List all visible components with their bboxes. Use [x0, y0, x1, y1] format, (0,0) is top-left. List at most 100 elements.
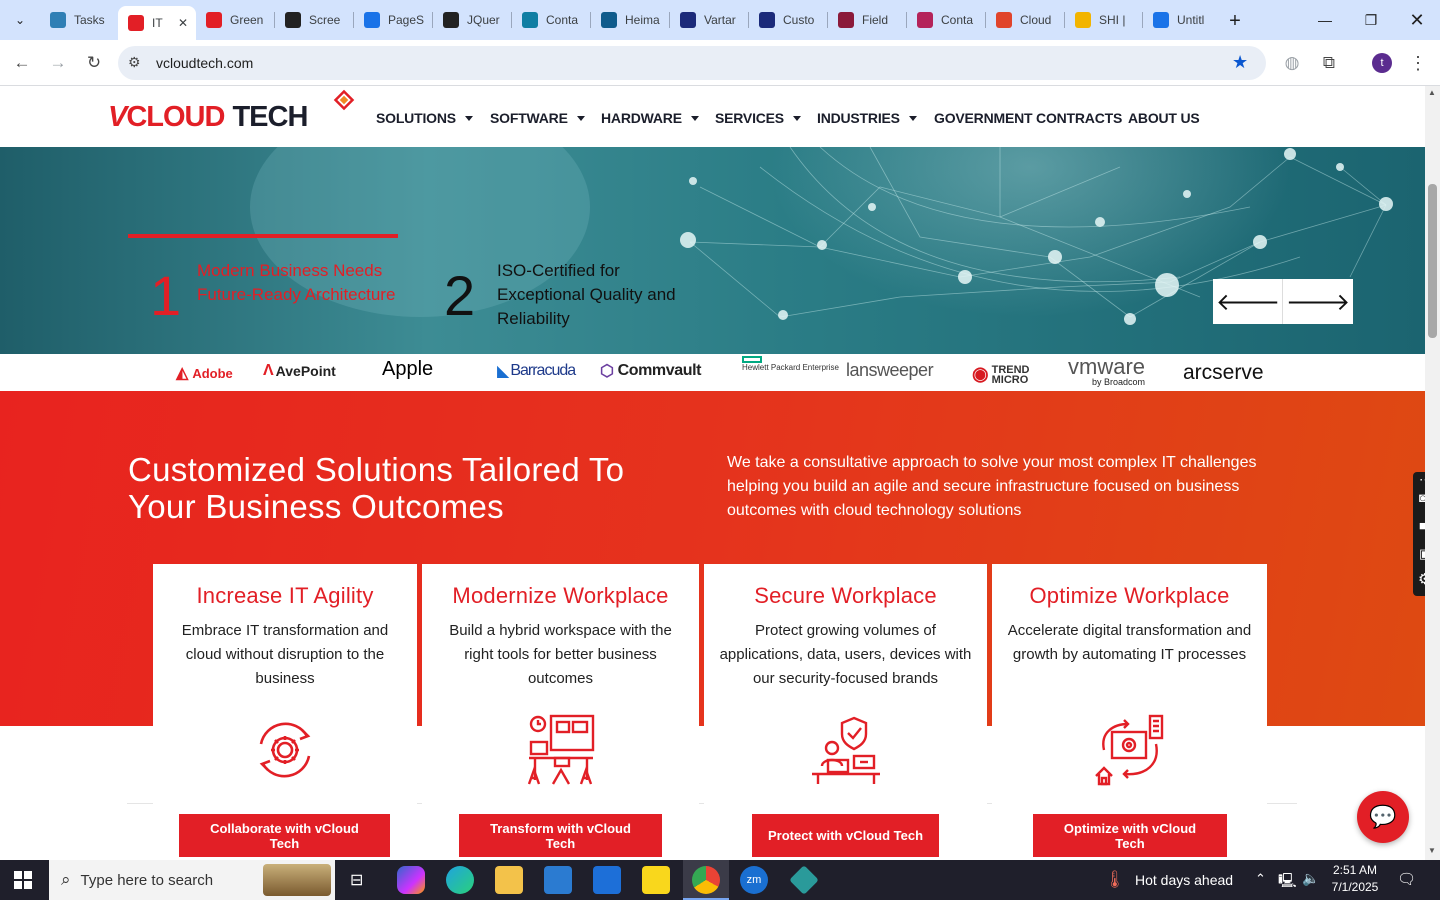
nav-label: ABOUT US	[1128, 110, 1200, 126]
tab-4[interactable]: PageS	[354, 5, 432, 35]
automation-icon	[1094, 714, 1163, 786]
protect-button[interactable]: Protect with vCloud Tech	[752, 814, 939, 857]
page-scrollbar[interactable]: ▲ ▼	[1425, 86, 1440, 860]
file-explorer-icon[interactable]	[495, 866, 523, 894]
hpe-mark-icon	[742, 356, 762, 363]
tab-8[interactable]: Vartar	[670, 5, 748, 35]
tab-0[interactable]: Tasks	[40, 5, 118, 35]
slide-2-text[interactable]: ISO-Certified for Exceptional Quality an…	[497, 259, 707, 331]
gear-cycle-icon	[259, 722, 311, 778]
search-icon: ⌕	[61, 870, 71, 889]
transform-button[interactable]: Transform with vCloud Tech	[459, 814, 662, 857]
taskbar-search[interactable]: ⌕ Type here to search	[49, 860, 335, 900]
forward-icon[interactable]: →	[43, 48, 73, 78]
bookmark-star-icon[interactable]: ★	[1232, 52, 1248, 73]
card-modernize-workplace: Modernize Workplace Build a hybrid works…	[422, 564, 699, 864]
profile-avatar[interactable]: t	[1372, 53, 1392, 73]
tab-5[interactable]: JQuer	[433, 5, 511, 35]
menu-icon[interactable]: ⋮	[1403, 48, 1433, 78]
app-diamond-icon[interactable]	[789, 865, 819, 895]
search-placeholder: Type here to search	[80, 871, 214, 889]
nav-item-government-contracts[interactable]: GOVERNMENT CONTRACTS	[934, 110, 1122, 126]
caret-down-icon	[792, 115, 801, 121]
notification-icon[interactable]: 🗨	[1397, 870, 1416, 888]
volume-icon[interactable]: 🔈	[1302, 870, 1319, 887]
tree-icon	[601, 12, 617, 28]
restore-button[interactable]: ❐	[1348, 0, 1394, 40]
tab-3[interactable]: Scree	[275, 5, 353, 35]
minimize-button[interactable]: —	[1302, 0, 1348, 40]
weather-text[interactable]: Hot days ahead	[1135, 872, 1233, 888]
nav-item-services[interactable]: SERVICES	[715, 110, 801, 126]
scroll-up-icon[interactable]: ▲	[1428, 88, 1436, 97]
tab-label: Scree	[309, 13, 341, 27]
scrollbar-thumb[interactable]	[1428, 184, 1437, 338]
zoom-icon[interactable]: zm	[740, 866, 768, 894]
store-icon[interactable]	[544, 866, 572, 894]
tab-7[interactable]: Heima	[591, 5, 669, 35]
hero-banner: 1 Modern Business Needs Future-Ready Arc…	[0, 147, 1425, 354]
tab-13[interactable]: SHI |	[1065, 5, 1143, 35]
nav-item-hardware[interactable]: HARDWARE	[601, 110, 699, 126]
slide-2-number[interactable]: 2	[444, 263, 475, 328]
v-icon	[838, 12, 854, 28]
tab-9[interactable]: Custo	[749, 5, 827, 35]
url-text[interactable]: vcloudtech.com	[156, 55, 253, 71]
nav-item-industries[interactable]: INDUSTRIES	[817, 110, 917, 126]
mail-icon[interactable]	[593, 866, 621, 894]
back-icon[interactable]: ←	[7, 48, 37, 78]
sticky-notes-icon[interactable]	[642, 866, 670, 894]
avepoint-logo: Λ AvePoint	[263, 362, 336, 379]
close-tab-icon[interactable]: ✕	[178, 16, 188, 30]
tab-12[interactable]: Cloud	[986, 5, 1064, 35]
tab-10[interactable]: Field	[828, 5, 906, 35]
adobe-logo: ◭ Adobe	[176, 365, 233, 382]
chrome-icon[interactable]	[692, 866, 720, 894]
extensions-icon[interactable]: ⧉	[1314, 48, 1344, 78]
translate-icon[interactable]: ◍	[1277, 48, 1307, 78]
slide-1-number[interactable]: 1	[150, 263, 181, 328]
caret-down-icon	[908, 115, 917, 121]
slider-prev-button[interactable]: 🡐	[1213, 279, 1283, 324]
nav-item-about-us[interactable]: ABOUT US	[1128, 110, 1200, 126]
network-icon[interactable]: 🖳	[1278, 870, 1297, 894]
site-header: V CLOUD TECH SOLUTIONS SOFTWARE HARDWARE SE…	[0, 86, 1425, 147]
slide-1-text[interactable]: Modern Business Needs Future-Ready Archi…	[197, 259, 407, 307]
scroll-down-icon[interactable]: ▼	[1428, 846, 1436, 855]
close-window-button[interactable]: ✕	[1394, 0, 1440, 40]
nav-item-solutions[interactable]: SOLUTIONS	[376, 110, 473, 126]
nav-label: SERVICES	[715, 110, 784, 126]
site-logo[interactable]: V CLOUD TECH	[108, 100, 308, 134]
tab-2[interactable]: Green	[196, 5, 274, 35]
tab-1[interactable]: IT ✕	[118, 6, 196, 40]
nav-item-software[interactable]: SOFTWARE	[490, 110, 585, 126]
optimize-button[interactable]: Optimize with vCloud Tech	[1033, 814, 1227, 857]
contact-icon	[917, 12, 933, 28]
card-text: Protect growing volumes of applications,…	[719, 622, 972, 687]
tab-14[interactable]: Untitl	[1143, 5, 1221, 35]
tab-6[interactable]: Conta	[512, 5, 590, 35]
reload-icon[interactable]: ↻	[79, 48, 109, 78]
hybrid-workspace-icon	[527, 714, 594, 785]
cloud-icon	[996, 12, 1012, 28]
new-tab-button[interactable]: +	[1222, 8, 1248, 34]
tab-11[interactable]: Conta	[907, 5, 985, 35]
tray-chevron-icon[interactable]: ⌃	[1255, 871, 1266, 887]
vmware-logo: vmware by Broadcom	[1068, 354, 1146, 387]
chat-icon[interactable]: 💬	[1357, 791, 1409, 843]
address-bar[interactable]: ⚙ vcloudtech.com ★	[118, 46, 1266, 80]
arcserve-logo: arcserve	[1183, 361, 1264, 384]
slider-next-button[interactable]: 🡒	[1283, 279, 1353, 324]
windows-start-icon[interactable]	[14, 871, 32, 889]
site-info-icon[interactable]: ⚙	[128, 54, 141, 71]
collaborate-button[interactable]: Collaborate with vCloud Tech	[179, 814, 390, 857]
task-view-icon[interactable]: ⊟	[350, 870, 363, 890]
doc-icon	[1153, 12, 1169, 28]
edge-icon[interactable]	[446, 866, 474, 894]
copilot-icon[interactable]	[397, 866, 425, 894]
partner-logos-bar: ◭ Adobe Λ AvePoint Apple ◣ Barracuda ⬡ Commv…	[0, 354, 1425, 391]
tab-search-icon[interactable]: ⌄	[5, 5, 35, 35]
clock[interactable]: 2:51 AM 7/1/2025	[1330, 863, 1380, 894]
vcloud-icon	[206, 12, 222, 28]
tab-label: PageS	[388, 13, 425, 27]
